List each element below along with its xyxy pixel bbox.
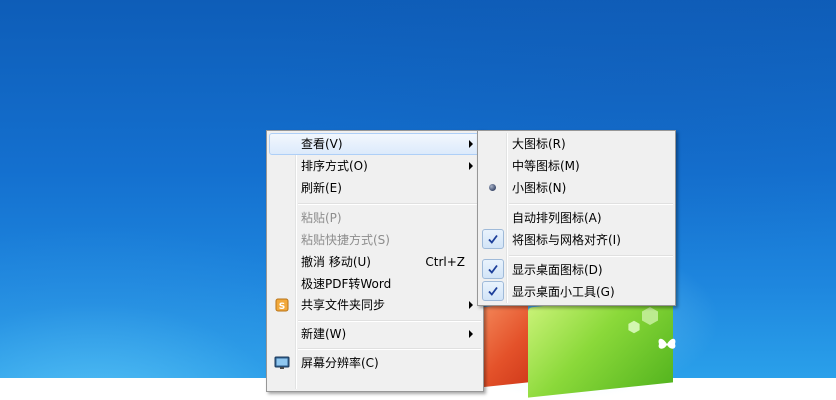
checkmark-icon — [482, 281, 504, 301]
chevron-right-icon — [469, 162, 473, 170]
menu-item-label: 粘贴(P) — [301, 211, 342, 225]
menu-item-label: 查看(V) — [301, 137, 343, 151]
menu-item-view[interactable]: 查看(V) — [269, 133, 481, 155]
menu-item-align-to-grid[interactable]: 将图标与网格对齐(I) — [480, 229, 673, 251]
menu-item-new[interactable]: 新建(W) — [269, 323, 481, 345]
checkmark-icon — [482, 259, 504, 279]
sync-folder-icon: S — [275, 298, 289, 312]
menu-item-paste-shortcut[interactable]: 粘贴快捷方式(S) — [269, 229, 481, 251]
menu-item-medium-icons[interactable]: 中等图标(M) — [480, 155, 673, 177]
menu-item-label: 中等图标(M) — [512, 159, 580, 173]
view-submenu: 大图标(R) 中等图标(M) 小图标(N) 自动排列图标(A) 将图标与网格对齐… — [477, 130, 676, 306]
menu-item-label: 排序方式(O) — [301, 159, 368, 173]
menu-item-label: 将图标与网格对齐(I) — [512, 233, 621, 247]
checkmark-icon — [482, 229, 504, 249]
menu-item-label: 大图标(R) — [512, 137, 566, 151]
menu-item-label: 小图标(N) — [512, 181, 567, 195]
menu-item-label: 新建(W) — [301, 327, 347, 341]
chevron-right-icon — [469, 330, 473, 338]
menu-item-label: 撤消 移动(U) — [301, 255, 371, 269]
menu-item-label: 极速PDF转Word — [301, 277, 392, 291]
menu-item-refresh[interactable]: 刷新(E) — [269, 177, 481, 199]
menu-item-pdf-to-word[interactable]: 极速PDF转Word — [269, 273, 481, 295]
menu-item-label: 共享文件夹同步 — [301, 298, 386, 312]
menu-item-small-icons[interactable]: 小图标(N) — [480, 177, 673, 199]
menu-item-show-desktop-icons[interactable]: 显示桌面图标(D) — [480, 259, 673, 281]
menu-item-shortcut: Ctrl+Z — [425, 255, 465, 269]
menu-item-label: 刷新(E) — [301, 181, 342, 195]
menu-separator — [509, 203, 673, 205]
butterfly-icon — [658, 338, 676, 349]
menu-item-shared-folder-sync[interactable]: S 共享文件夹同步 — [269, 294, 481, 316]
menu-separator — [509, 255, 673, 257]
menu-item-undo-move[interactable]: 撤消 移动(U) Ctrl+Z — [269, 251, 481, 273]
menu-item-label: 显示桌面小工具(G) — [512, 285, 615, 299]
menu-item-show-gadgets[interactable]: 显示桌面小工具(G) — [480, 281, 673, 303]
menu-separator — [298, 348, 481, 350]
radio-dot-icon — [489, 184, 496, 191]
svg-text:S: S — [279, 302, 285, 312]
menu-item-screen-resolution[interactable]: 屏幕分辨率(C) — [269, 352, 481, 374]
windows-logo-red-pane — [478, 302, 528, 388]
menu-item-sort-by[interactable]: 排序方式(O) — [269, 155, 481, 177]
hexagon-decoration-icon — [628, 320, 640, 334]
menu-item-auto-arrange[interactable]: 自动排列图标(A) — [480, 207, 673, 229]
chevron-right-icon — [469, 301, 473, 309]
menu-separator — [298, 203, 481, 205]
chevron-right-icon — [469, 140, 473, 148]
menu-separator — [298, 320, 481, 322]
menu-item-label: 自动排列图标(A) — [512, 211, 602, 225]
menu-item-label: 显示桌面图标(D) — [512, 263, 603, 277]
menu-item-paste[interactable]: 粘贴(P) — [269, 207, 481, 229]
monitor-icon — [274, 356, 290, 369]
menu-item-label: 屏幕分辨率(C) — [301, 356, 379, 370]
hexagon-decoration-icon — [642, 307, 658, 325]
menu-item-large-icons[interactable]: 大图标(R) — [480, 133, 673, 155]
menu-item-label: 粘贴快捷方式(S) — [301, 233, 390, 247]
desktop-context-menu: 查看(V) 排序方式(O) 刷新(E) 粘贴(P) 粘贴快捷方式(S) 撤消 移… — [266, 130, 484, 392]
